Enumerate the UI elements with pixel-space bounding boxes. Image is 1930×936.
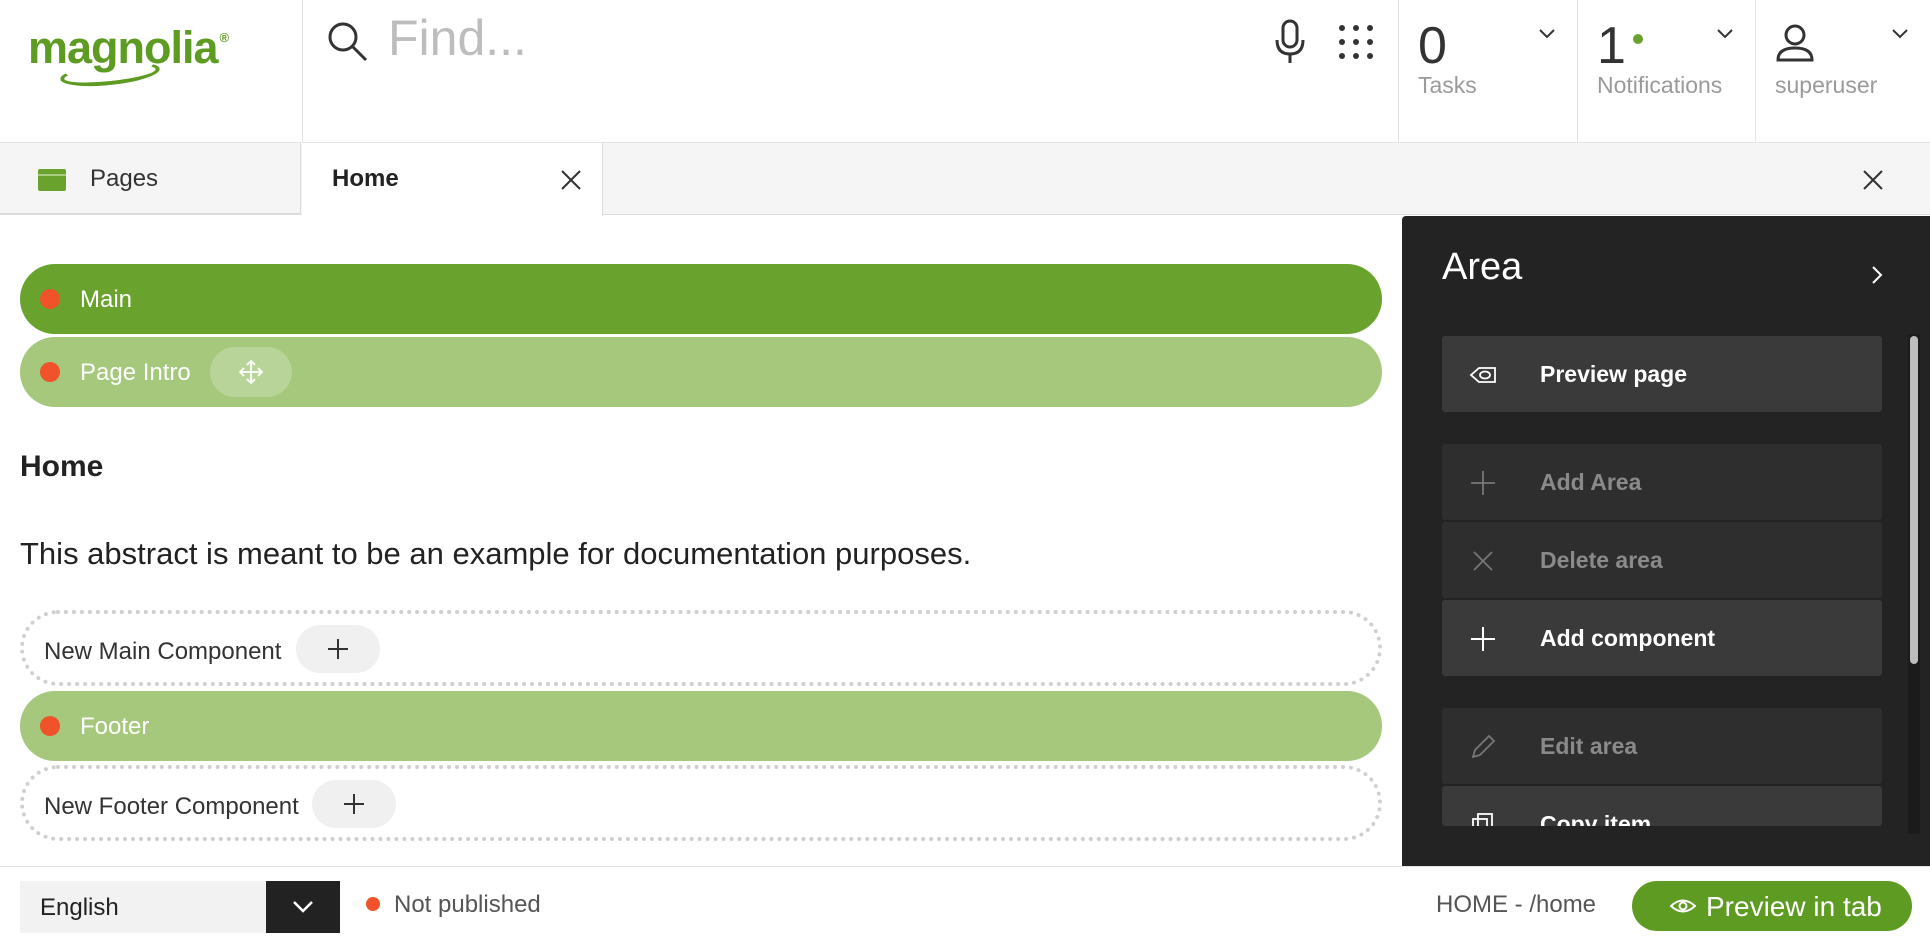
logo-registered-mark: ® [219, 30, 230, 45]
area-label-footer: Footer [80, 713, 150, 740]
publish-status: Not published [394, 891, 541, 918]
copy-item-label: Copy item [1540, 811, 1652, 826]
chevron-down-icon[interactable] [1890, 24, 1910, 44]
plus-icon [1471, 471, 1495, 495]
add-area-label: Add Area [1540, 469, 1642, 495]
eye-icon [1670, 899, 1696, 913]
status-bar: English Not published HOME - /home Previ… [0, 866, 1930, 936]
chevron-down-icon [293, 901, 313, 913]
search-icon [328, 22, 368, 62]
area-label-page-intro: Page Intro [80, 359, 191, 386]
notifications-label: Notifications [1597, 72, 1723, 98]
notifications-indicator[interactable]: 1 Notifications [1579, 0, 1756, 143]
delete-x-icon [1473, 551, 1493, 571]
panel-title: Area [1442, 246, 1523, 288]
edit-area-label: Edit area [1540, 733, 1638, 759]
panel-bottom-edge [1402, 833, 1930, 866]
new-main-component-placeholder[interactable]: New Main Component [20, 610, 1382, 686]
search-input[interactable] [388, 8, 1188, 68]
close-icon[interactable] [558, 167, 584, 193]
panel-scrollbar-thumb[interactable] [1910, 336, 1918, 664]
unpublished-dot [40, 362, 60, 382]
preview-page-label: Preview page [1540, 361, 1688, 387]
language-dropdown-toggle[interactable] [266, 881, 340, 933]
apps-grid-icon[interactable] [1336, 22, 1376, 62]
new-main-component-label: New Main Component [44, 638, 282, 665]
pages-app-icon [38, 169, 66, 191]
tasks-label: Tasks [1418, 72, 1477, 98]
delete-area-label: Delete area [1540, 547, 1663, 573]
tab-pages-label: Pages [90, 165, 159, 192]
user-menu[interactable]: superuser [1757, 0, 1930, 143]
new-footer-component-label: New Footer Component [44, 793, 299, 820]
plus-icon [344, 794, 364, 814]
tasks-indicator[interactable]: 0 Tasks [1400, 0, 1578, 143]
eye-preview-icon [1469, 367, 1496, 383]
chevron-down-icon[interactable] [1715, 24, 1735, 44]
area-bar-page-intro[interactable]: Page Intro [20, 337, 1382, 407]
new-footer-component-placeholder[interactable]: New Footer Component [20, 765, 1382, 841]
page-heading: Home [20, 450, 104, 483]
move-handle-button[interactable] [210, 347, 292, 397]
pencil-icon [1471, 734, 1496, 759]
preview-in-tab-button[interactable]: Preview in tab [1632, 881, 1912, 931]
move-icon [238, 359, 264, 385]
publish-status-dot [366, 897, 380, 911]
app-tab-bar: Pages Home [0, 143, 1930, 216]
add-component-action[interactable]: Add component [1442, 600, 1882, 676]
notifications-count: 1 [1597, 17, 1626, 75]
close-app-icon[interactable] [1860, 167, 1886, 193]
page-editor-canvas: Main Page Intro Home This abstract is me… [0, 216, 1400, 866]
tab-home[interactable]: Home [302, 143, 603, 216]
area-bar-main[interactable]: Main [20, 264, 1382, 334]
language-select[interactable]: English [20, 881, 340, 933]
copy-item-action[interactable]: Copy item [1442, 786, 1882, 826]
page-abstract: This abstract is meant to be an example … [20, 536, 972, 571]
plus-icon [328, 639, 348, 659]
username-label: superuser [1775, 72, 1878, 98]
add-footer-component-button[interactable] [312, 780, 396, 828]
plus-icon [1471, 627, 1495, 651]
logo-area[interactable]: magnolia ® [0, 0, 303, 143]
chevron-down-icon[interactable] [1537, 24, 1557, 44]
copy-icon [1472, 813, 1493, 826]
tab-pages[interactable]: Pages [0, 143, 301, 215]
unpublished-dot [40, 716, 60, 736]
edit-area-action[interactable]: Edit area [1442, 708, 1882, 784]
tab-home-label: Home [332, 165, 399, 192]
user-icon [1776, 24, 1814, 62]
delete-area-action[interactable]: Delete area [1442, 522, 1882, 598]
language-value: English [40, 894, 119, 921]
preview-page-action[interactable]: Preview page [1442, 336, 1882, 412]
add-main-component-button[interactable] [296, 625, 380, 673]
notification-unread-dot [1633, 34, 1643, 44]
action-panel: Area Preview page Add Area Delete area A… [1402, 216, 1930, 866]
add-area-action[interactable]: Add Area [1442, 444, 1882, 520]
add-component-label: Add component [1540, 625, 1716, 651]
top-bar: magnolia® 0 Tasks 1 Notifications [0, 0, 1930, 143]
area-label-main: Main [80, 286, 133, 313]
tasks-count: 0 [1418, 17, 1447, 75]
area-bar-footer[interactable]: Footer [20, 691, 1382, 761]
chevron-right-icon[interactable] [1866, 264, 1888, 286]
search-bar [304, 0, 1399, 143]
unpublished-dot [40, 289, 60, 309]
microphone-icon[interactable] [1272, 18, 1308, 66]
page-path: HOME - /home [1436, 891, 1597, 918]
preview-in-tab-label: Preview in tab [1706, 891, 1882, 922]
